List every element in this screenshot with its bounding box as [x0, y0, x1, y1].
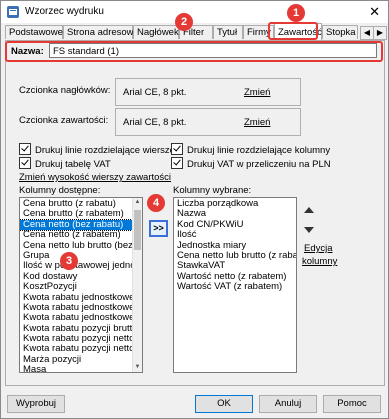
vat-table-label: Drukuj tabelę VAT	[35, 159, 111, 170]
step-badge-3: 3	[60, 252, 78, 270]
selected-columns-label: Kolumny wybrane:	[173, 185, 252, 196]
tab-highlight	[268, 22, 318, 40]
scroll-up-icon[interactable]: ▲	[133, 198, 142, 207]
step-badge-4: 4	[147, 194, 165, 212]
vat-pln-checkbox[interactable]: Drukuj VAT w przeliczeniu na PLN	[171, 157, 331, 170]
col-lines-checkbox[interactable]: Drukuj linie rozdzielające kolumny	[171, 143, 330, 156]
tab-scroll-right-icon[interactable]: ▶	[373, 26, 387, 40]
edit-columns-link-line1[interactable]: Edycja	[304, 243, 333, 254]
content-font-box: Arial CE, 8 pkt. Zmień	[115, 108, 301, 136]
step-badge-1: 1	[287, 4, 305, 22]
app-icon	[7, 6, 19, 18]
checkbox-checked-icon[interactable]	[171, 157, 183, 169]
row-lines-label: Drukuj linie rozdzielające wiersze	[35, 145, 175, 156]
header-font-box: Arial CE, 8 pkt. Zmień	[115, 78, 301, 106]
content-font-value: Arial CE, 8 pkt.	[123, 117, 187, 128]
available-column-item[interactable]: Cena netto (z rabatem)	[20, 229, 142, 240]
tab-naglowek[interactable]: Nagłówek	[133, 25, 179, 39]
header-font-label: Czcionka nagłówków:	[19, 85, 111, 96]
tab-podstawowe[interactable]: Podstawowe	[5, 25, 63, 39]
available-columns-label: Kolumny dostępne:	[19, 185, 101, 196]
tab-stopka[interactable]: Stopka	[322, 25, 358, 39]
ok-button[interactable]: OK	[195, 395, 253, 413]
selected-columns-list[interactable]: Liczba porządkowa Nazwa Kod CN/PKWiU Ilość J…	[173, 197, 297, 373]
dialog-window: Wzorzec wydruku ✕ Podstawowe Strona adre…	[0, 0, 389, 419]
name-input[interactable]: FS standard (1)	[49, 43, 377, 58]
tab-strona-adresowa[interactable]: Strona adresowa	[63, 25, 139, 39]
scrollbar-thumb[interactable]	[134, 210, 141, 250]
title-bar: Wzorzec wydruku ✕	[1, 1, 388, 23]
checkbox-checked-icon[interactable]	[19, 143, 31, 155]
cancel-button[interactable]: Anuluj	[259, 395, 317, 413]
move-down-icon[interactable]	[304, 227, 314, 233]
move-right-button[interactable]: >>	[149, 220, 168, 237]
close-icon[interactable]: ✕	[369, 4, 380, 20]
vat-table-checkbox[interactable]: Drukuj tabelę VAT	[19, 157, 111, 170]
tab-scroll-left-icon[interactable]: ◀	[360, 26, 374, 40]
available-scrollbar[interactable]: ▲ ▼	[132, 198, 142, 372]
available-column-item[interactable]: Masa	[20, 364, 142, 372]
content-font-change-link[interactable]: Zmień	[244, 117, 270, 128]
vat-pln-label: Drukuj VAT w przeliczeniu na PLN	[187, 159, 331, 170]
scroll-down-icon[interactable]: ▼	[133, 363, 142, 372]
selected-column-item[interactable]: Wartość VAT (z rabatem)	[174, 281, 296, 292]
row-height-link[interactable]: Zmień wysokość wierszy zawartości	[19, 172, 171, 183]
step-badge-2: 2	[175, 13, 193, 31]
checkbox-checked-icon[interactable]	[171, 143, 183, 155]
tab-tytul[interactable]: Tytuł	[213, 25, 243, 39]
row-lines-checkbox[interactable]: Drukuj linie rozdzielające wiersze	[19, 143, 175, 156]
help-button[interactable]: Pomoc	[323, 395, 381, 413]
name-label: Nazwa:	[11, 46, 44, 57]
col-lines-label: Drukuj linie rozdzielające kolumny	[187, 145, 331, 156]
preview-button[interactable]: Wyprobuj	[7, 395, 65, 413]
move-up-icon[interactable]	[304, 207, 314, 213]
available-columns-list[interactable]: Cena brutto (z rabatu) Cena brutto (z rab…	[19, 197, 143, 373]
checkbox-checked-icon[interactable]	[19, 157, 31, 169]
edit-columns-link-line2[interactable]: kolumny	[302, 256, 337, 267]
content-font-label: Czcionka zawartości:	[19, 115, 109, 126]
header-font-value: Arial CE, 8 pkt.	[123, 87, 187, 98]
header-font-change-link[interactable]: Zmień	[244, 87, 270, 98]
available-column-item[interactable]: KosztPozycji	[20, 281, 142, 292]
window-title: Wzorzec wydruku	[25, 6, 104, 17]
tab-bar: Podstawowe Strona adresowa Nagłówek Filt…	[5, 23, 387, 40]
selected-column-item[interactable]: Ilość	[174, 229, 296, 240]
